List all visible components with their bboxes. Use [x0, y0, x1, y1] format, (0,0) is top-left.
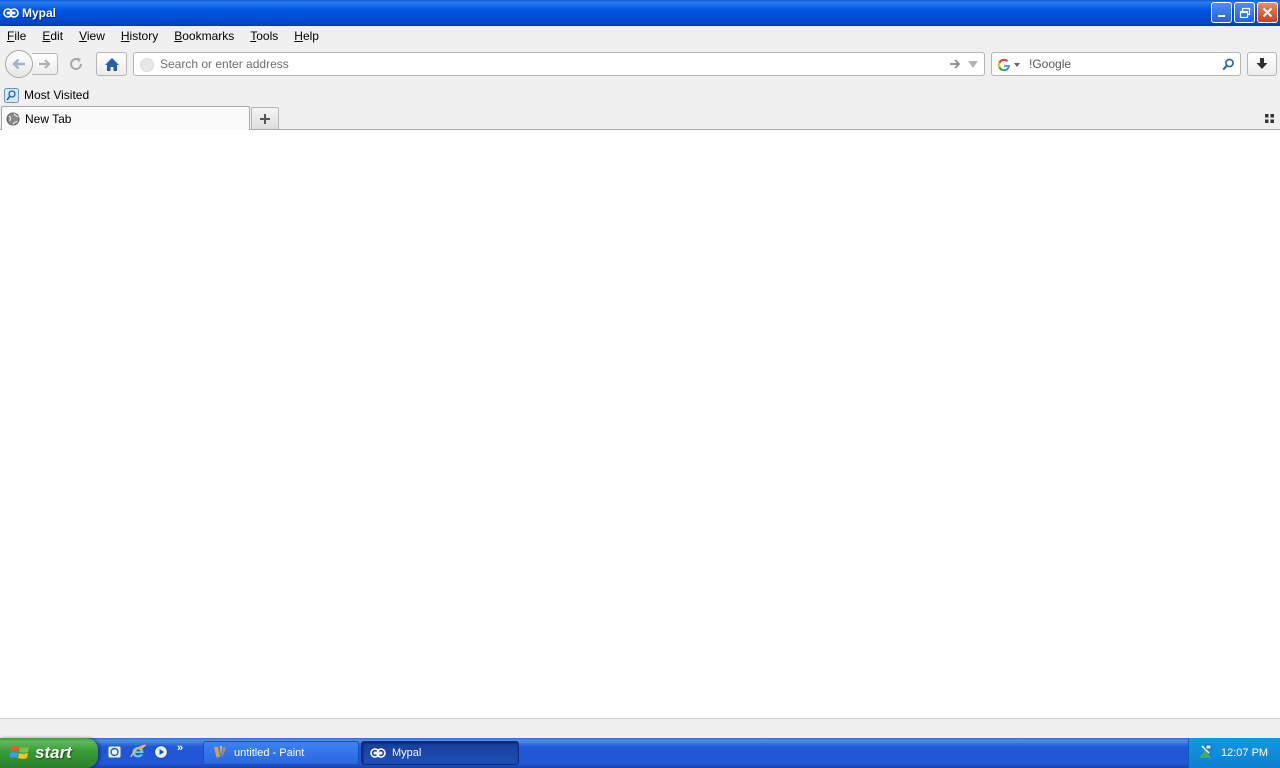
tab-strip: New Tab	[0, 106, 1280, 130]
search-bar[interactable]	[991, 52, 1241, 76]
internet-explorer-icon[interactable]	[129, 743, 147, 761]
forward-button[interactable]	[32, 53, 58, 75]
paint-icon	[214, 746, 226, 760]
go-arrow-icon[interactable]	[948, 57, 962, 71]
all-tabs-button[interactable]	[1262, 111, 1276, 125]
menu-help[interactable]: Help	[294, 29, 319, 43]
menu-bookmarks[interactable]: Bookmarks	[174, 29, 234, 43]
search-engine-button[interactable]	[997, 57, 1027, 73]
clock[interactable]: 12:07 PM	[1221, 747, 1268, 759]
most-visited-folder-icon	[4, 87, 19, 103]
reload-button[interactable]	[62, 53, 90, 75]
menu-view[interactable]: View	[79, 29, 105, 43]
minimize-icon	[1217, 14, 1225, 17]
close-button[interactable]	[1257, 2, 1278, 23]
search-magnifier-icon[interactable]	[1221, 57, 1235, 71]
network-tray-icon[interactable]	[1197, 744, 1213, 763]
site-identity-icon[interactable]	[140, 58, 154, 72]
grid-icon	[1264, 113, 1274, 123]
taskbar-item-mypal[interactable]: Mypal	[361, 741, 519, 765]
taskbar: start » untitled - Paint Mypal 12:07 PM	[0, 738, 1280, 768]
quick-launch-more-icon[interactable]: »	[177, 742, 183, 754]
status-bar	[0, 718, 1280, 738]
engine-dropdown-icon	[1014, 63, 1020, 67]
tab-label: New Tab	[25, 111, 72, 126]
start-label: start	[35, 743, 72, 762]
reload-icon	[70, 57, 83, 70]
globe-icon	[6, 112, 20, 125]
menu-tools[interactable]: Tools	[250, 29, 278, 43]
media-player-icon[interactable]	[152, 743, 170, 761]
menu-file[interactable]: File	[7, 29, 26, 43]
tab-new-tab[interactable]: New Tab	[1, 106, 250, 130]
quick-launch: »	[106, 742, 183, 761]
task-label: untitled - Paint	[234, 747, 305, 759]
google-icon	[997, 58, 1010, 72]
minimize-button[interactable]	[1211, 2, 1232, 23]
search-input[interactable]	[1029, 56, 1214, 72]
back-arrow-icon	[12, 58, 25, 70]
address-bar[interactable]	[133, 52, 985, 76]
dropdown-arrow-icon[interactable]	[967, 58, 979, 70]
home-icon	[104, 57, 119, 71]
downloads-button[interactable]	[1247, 52, 1277, 76]
title-bar[interactable]: Mypal	[0, 0, 1280, 26]
restore-icon	[1239, 7, 1250, 18]
back-button[interactable]	[5, 50, 33, 78]
download-arrow-icon	[1256, 58, 1268, 69]
page-content[interactable]	[0, 130, 1280, 718]
new-tab-button[interactable]	[251, 107, 279, 129]
navigation-toolbar	[0, 46, 1280, 84]
system-tray: 12:07 PM	[1188, 738, 1280, 768]
url-input[interactable]	[160, 56, 920, 72]
start-button[interactable]: start	[0, 738, 98, 768]
plus-icon	[260, 113, 270, 124]
window-title: Mypal	[22, 6, 57, 20]
taskbar-item-paint[interactable]: untitled - Paint	[203, 741, 359, 765]
windows-logo-icon	[10, 746, 29, 759]
outlook-express-icon[interactable]	[106, 743, 124, 761]
mypal-taskbar-icon	[370, 748, 386, 758]
menu-history[interactable]: History	[121, 29, 158, 43]
task-label: Mypal	[392, 747, 422, 759]
bookmarks-toolbar: Most Visited	[0, 84, 1280, 106]
forward-arrow-icon	[38, 59, 51, 69]
bookmark-most-visited[interactable]: Most Visited	[4, 87, 90, 103]
menu-bar: File Edit View History Bookmarks Tools H…	[0, 26, 1280, 46]
bookmark-label: Most Visited	[24, 88, 90, 102]
mypal-app-icon[interactable]	[3, 5, 19, 21]
close-icon	[1262, 7, 1273, 18]
restore-button[interactable]	[1234, 2, 1255, 23]
home-button[interactable]	[96, 52, 127, 76]
menu-edit[interactable]: Edit	[42, 29, 63, 43]
